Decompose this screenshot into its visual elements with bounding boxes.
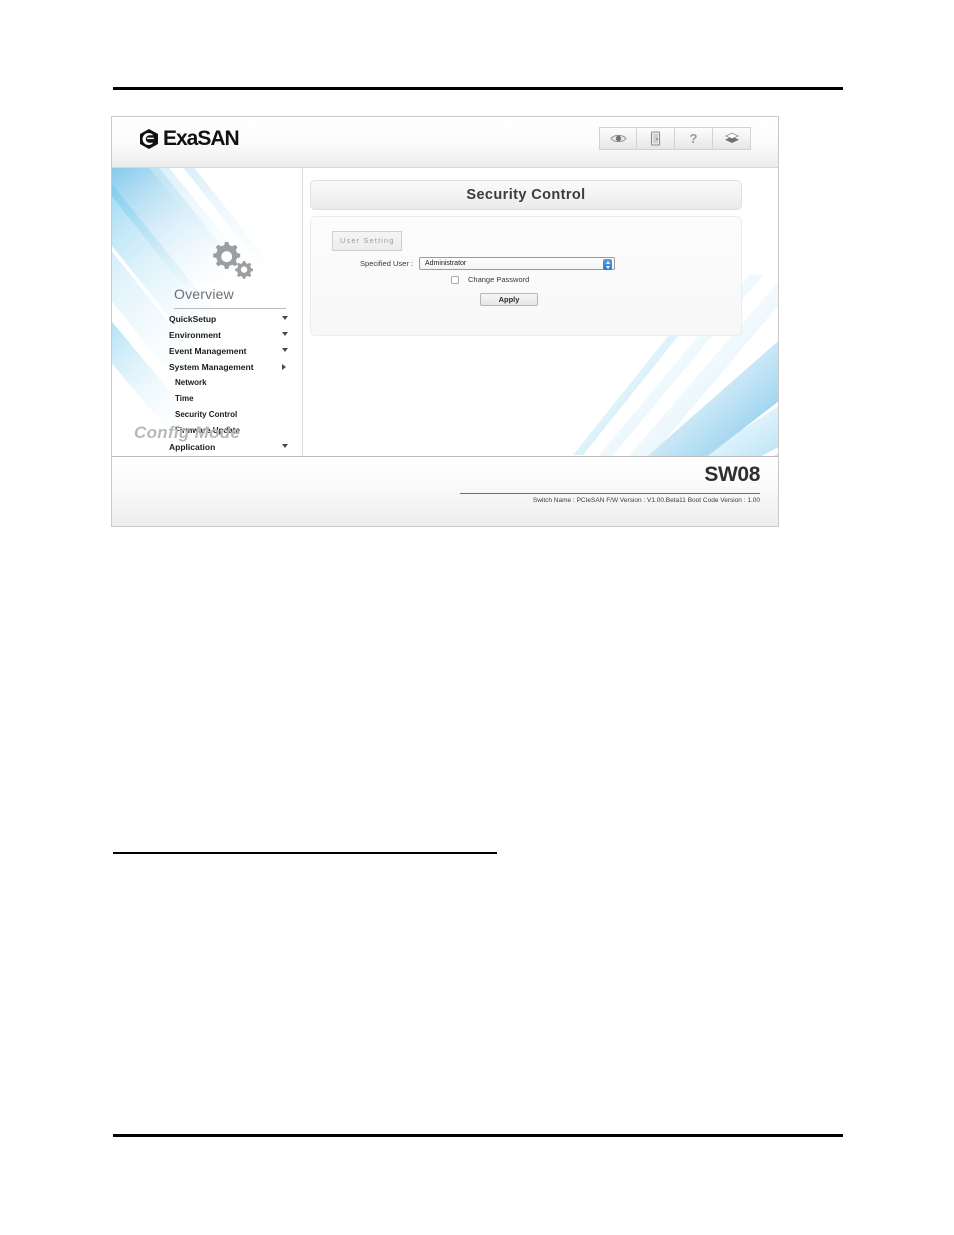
- sidebar-item-label: Event Management: [169, 346, 247, 356]
- page-bottom-rule: [113, 1134, 843, 1137]
- sidebar-item-quicksetup[interactable]: QuickSetup: [169, 311, 294, 327]
- sidebar-item-environment[interactable]: Environment: [169, 327, 294, 343]
- sidebar-item-network[interactable]: Network: [169, 375, 294, 391]
- exasan-cube-logo-icon: [138, 128, 160, 150]
- sidebar-item-time[interactable]: Time: [169, 391, 294, 407]
- user-setting-form-panel: User Setting Specified User : Administra…: [310, 216, 742, 336]
- apply-button[interactable]: Apply: [480, 293, 538, 306]
- tab-user-setting[interactable]: User Setting: [332, 231, 403, 251]
- brand-logo: ExaSAN: [138, 127, 240, 150]
- select-stepper-icon[interactable]: [603, 259, 612, 270]
- chevron-down-icon[interactable]: [282, 316, 288, 320]
- sidebar-item-label: QuickSetup: [169, 314, 217, 324]
- specified-user-row: Specified User : Administrator: [341, 257, 721, 270]
- specified-user-label: Specified User :: [360, 259, 413, 268]
- help-button[interactable]: ?: [675, 127, 713, 150]
- change-password-label: Change Password: [468, 275, 530, 284]
- chevron-down-icon: [605, 265, 610, 269]
- header-tool-bar: ?: [599, 127, 751, 150]
- door-logout-icon: [650, 131, 661, 146]
- chevron-up-icon: [605, 260, 610, 264]
- sidebar-item-label: Time: [175, 394, 194, 403]
- layers-stack-icon: [724, 132, 740, 145]
- change-password-row: Change Password: [341, 275, 721, 284]
- config-mode-label: Config Mode: [134, 423, 241, 442]
- content-pane: Security Control User Setting Specified …: [302, 168, 778, 456]
- sidebar-item-label: Security Control: [175, 410, 238, 419]
- nav-title-underline: [174, 308, 286, 309]
- eye-icon: [609, 133, 627, 144]
- footer-status-text: Switch Name : PCIeSAN F/W Version : V1.0…: [532, 497, 760, 504]
- specified-user-value: Administrator: [425, 260, 467, 267]
- chevron-down-icon[interactable]: [282, 332, 288, 336]
- specified-user-select[interactable]: Administrator: [419, 257, 615, 270]
- page-title-text: Security Control: [466, 187, 586, 203]
- logout-button[interactable]: [637, 127, 675, 150]
- exasan-web-ui-window: ExaSAN ? Overview QuickSetup Environment…: [111, 116, 779, 527]
- footer-divider: [460, 493, 760, 494]
- brand-name: ExaSAN: [163, 127, 240, 150]
- chevron-down-icon[interactable]: [282, 444, 288, 448]
- page-top-rule: [113, 87, 843, 90]
- sidebar-item-label: Network: [175, 378, 207, 387]
- page-title: Overview: [174, 286, 234, 302]
- sidebar: Overview QuickSetup Environment Event Ma…: [112, 168, 300, 456]
- model-name: SW08: [704, 463, 760, 486]
- chevron-right-icon[interactable]: [282, 364, 286, 370]
- app-footer: SW08 Switch Name : PCIeSAN F/W Version :…: [112, 456, 778, 526]
- app-header: ExaSAN ?: [112, 117, 778, 168]
- footnote-separator-rule: [113, 852, 497, 854]
- sidebar-item-label: Application: [169, 442, 216, 452]
- sidebar-item-label: Environment: [169, 330, 221, 340]
- chevron-down-icon[interactable]: [282, 348, 288, 352]
- stack-view-button[interactable]: [713, 127, 751, 150]
- sidebar-item-label: System Management: [169, 362, 254, 372]
- sidebar-item-system-management[interactable]: System Management: [169, 359, 294, 375]
- sidebar-item-security-control[interactable]: Security Control: [169, 407, 294, 423]
- change-password-checkbox[interactable]: [451, 275, 459, 284]
- page-title-bar: Security Control: [310, 180, 742, 210]
- question-mark-icon: ?: [689, 131, 698, 146]
- sidebar-item-event-management[interactable]: Event Management: [169, 343, 294, 359]
- monitor-view-button[interactable]: [599, 127, 637, 150]
- gears-icon: [207, 238, 255, 285]
- app-body: Overview QuickSetup Environment Event Ma…: [112, 168, 778, 456]
